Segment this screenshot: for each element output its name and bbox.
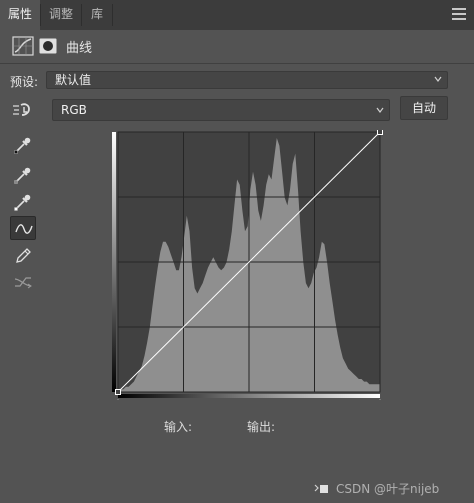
white-point-eyedropper-tool[interactable] [10,190,36,214]
panel-menu-icon[interactable] [452,8,466,20]
tab-adjustments[interactable]: 调整 [41,0,81,30]
white-point-handle[interactable] [377,129,383,135]
panel-tab-bar: 属性 调整 库 [0,0,474,30]
csdn-watermark: CSDN @叶子nijeb [336,482,440,496]
black-point-handle[interactable] [115,389,121,395]
pencil-tool[interactable] [10,244,36,268]
channel-dropdown[interactable]: RGB [52,99,390,121]
chevron-down-icon [434,76,442,82]
input-gradient-bar [118,394,380,398]
preset-label: 预设: [10,75,39,89]
pencil-icon [16,248,31,263]
curves-adjustment-icon [12,36,34,59]
adjustment-title: 曲线 [66,41,93,56]
output-gradient-bar [112,132,116,392]
black-point-eyedropper-icon [14,137,31,154]
on-image-adjust-icon[interactable] [12,101,36,122]
channel-value: RGB [61,103,87,117]
black-point-eyedropper-tool[interactable] [10,133,36,157]
tab-properties[interactable]: 属性 [0,0,40,30]
output-label: 输出: [247,420,276,434]
curve-edit-icon [15,224,33,234]
layer-mask-icon[interactable] [39,38,57,57]
gray-point-eyedropper-tool[interactable] [10,163,36,187]
tab-libraries[interactable]: 库 [82,0,112,30]
clip-to-layer-icon[interactable] [313,482,329,499]
preset-dropdown[interactable]: 默认值 [46,71,448,89]
curve-edit-tool[interactable] [10,216,36,240]
gray-point-eyedropper-icon [14,167,31,184]
smooth-icon [14,277,32,289]
preset-value: 默认值 [55,73,92,87]
smooth-tool[interactable] [10,270,36,294]
white-point-eyedropper-icon [14,194,31,211]
input-label: 输入: [164,420,193,434]
chevron-down-icon [376,107,384,113]
curves-graph[interactable] [112,129,386,408]
auto-button[interactable]: 自动 [400,96,448,120]
curves-graph-svg[interactable] [112,129,386,408]
